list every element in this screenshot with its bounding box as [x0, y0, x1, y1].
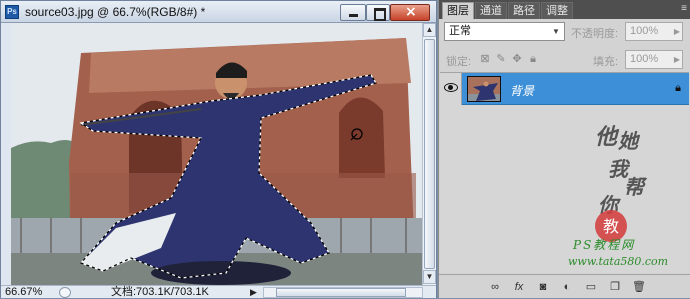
blend-mode-value: 正常 [449, 25, 471, 37]
opacity-field[interactable]: 100% ▶ [625, 22, 683, 41]
opacity-value: 100% [630, 25, 659, 37]
opacity-arrow-icon: ▶ [673, 27, 680, 36]
lock-label: 锁定: [446, 56, 472, 68]
watermark-char: 她 [618, 129, 638, 153]
photo-image [11, 23, 422, 285]
panel-menu-icon[interactable]: ≡ [681, 3, 687, 14]
add-mask-icon[interactable]: ◙ [535, 279, 551, 295]
new-group-icon[interactable]: ▭ [583, 279, 599, 295]
fill-value: 100% [630, 53, 659, 65]
link-layers-icon[interactable]: ∞ [487, 279, 503, 295]
watermark-char: 他 [595, 124, 618, 150]
lock-position-icon[interactable]: ✥ [511, 53, 523, 65]
fill-label: 填充: [593, 56, 619, 68]
close-button[interactable]: × [390, 4, 430, 21]
document-size-info: 文档:703.1K/703.1K [111, 286, 209, 298]
vertical-scrollbar[interactable]: ▲ ▼ [422, 23, 436, 285]
tab-layers[interactable]: 图层 [442, 2, 474, 19]
horizontal-scroll-thumb[interactable] [276, 288, 406, 297]
fill-field[interactable]: 100% ▶ [625, 50, 683, 69]
watermark-overlay: 他 她 我 帮 你 教 PS教程网 www.tata580.com [440, 73, 689, 274]
document-window: Ps source03.jpg @ 66.7%(RGB/8#) * × ▲ ▼ … [0, 0, 437, 298]
status-options-icon[interactable] [59, 287, 71, 298]
minimize-button[interactable] [340, 4, 366, 21]
image-canvas[interactable] [11, 23, 422, 285]
tab-adjustments[interactable]: 调整 [541, 2, 573, 19]
status-menu-arrow-icon[interactable]: ▶ [250, 287, 257, 298]
lock-pixels-icon[interactable]: ✎ [495, 53, 507, 65]
layers-list: 背景 🔒︎ 他 她 我 帮 你 教 PS教程网 www.tata580.com [440, 72, 689, 273]
status-bar: 66.67% 文档:703.1K/703.1K ▶ [1, 285, 436, 298]
lock-transparency-icon[interactable]: ⊠ [479, 53, 491, 65]
vertical-scroll-thumb[interactable] [424, 39, 435, 269]
svg-text:教: 教 [603, 217, 619, 236]
trash-icon[interactable]: 🗑︎ [631, 279, 647, 295]
adjustment-layer-icon[interactable]: ◐ [559, 279, 575, 295]
document-titlebar[interactable]: Ps source03.jpg @ 66.7%(RGB/8#) * × [1, 1, 436, 23]
layer-style-icon[interactable]: fx [511, 279, 527, 295]
blend-opacity-row: 正常 ▼ 不透明度: 100% ▶ [443, 22, 686, 42]
tab-channels[interactable]: 通道 [475, 2, 507, 19]
photoshop-app-icon: Ps [5, 5, 19, 19]
chevron-down-icon: ▼ [552, 27, 560, 36]
site-url: www.tata580.com [568, 255, 669, 268]
lock-all-icon[interactable]: 🔒︎ [527, 53, 539, 65]
new-layer-icon[interactable]: ❐ [607, 279, 623, 295]
layers-panel-footer: ∞ fx ◙ ◐ ▭ ❐ 🗑︎ [439, 274, 690, 298]
panel-tab-bar: 图层 通道 路径 调整 ≡ [439, 0, 690, 19]
scroll-up-icon[interactable]: ▲ [423, 23, 436, 37]
opacity-label: 不透明度: [571, 28, 619, 40]
tab-paths[interactable]: 路径 [508, 2, 540, 19]
fill-arrow-icon: ▶ [673, 55, 680, 64]
zoom-level-field[interactable]: 66.67% [3, 286, 55, 299]
layers-panel: 图层 通道 路径 调整 ≡ 正常 ▼ 不透明度: 100% ▶ 锁定: ⊠ ✎ … [438, 0, 690, 298]
lock-fill-row: 锁定: ⊠ ✎ ✥ 🔒︎ 填充: 100% ▶ [443, 50, 686, 70]
document-title: source03.jpg @ 66.7%(RGB/8#) * [25, 5, 206, 19]
maximize-button[interactable] [366, 4, 390, 21]
watermark-char: 帮 [624, 175, 644, 199]
horizontal-scrollbar[interactable] [263, 287, 423, 298]
scroll-down-icon[interactable]: ▼ [423, 270, 436, 284]
close-icon: × [405, 4, 417, 20]
blend-mode-select[interactable]: 正常 ▼ [444, 22, 565, 41]
site-name: PS教程网 [573, 238, 636, 252]
